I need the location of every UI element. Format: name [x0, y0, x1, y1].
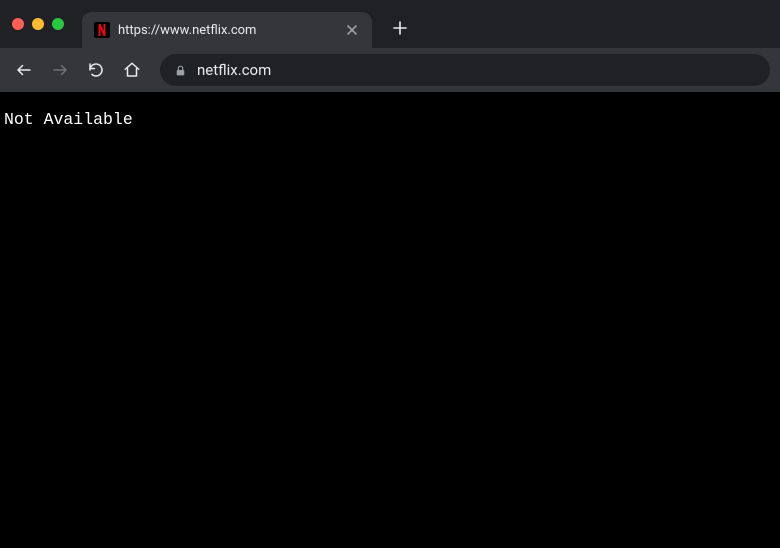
browser-tab[interactable]: https://www.netflix.com [82, 12, 372, 48]
not-available-message: Not Available [4, 110, 776, 129]
close-icon [347, 25, 357, 35]
home-button[interactable] [118, 56, 146, 84]
minimize-window-button[interactable] [32, 18, 44, 30]
reload-button[interactable] [82, 56, 110, 84]
arrow-left-icon [15, 61, 33, 79]
arrow-right-icon [51, 61, 69, 79]
maximize-window-button[interactable] [52, 18, 64, 30]
toolbar: netflix.com [0, 48, 780, 92]
window-controls [12, 18, 82, 30]
back-button[interactable] [10, 56, 38, 84]
netflix-favicon [94, 22, 110, 38]
close-window-button[interactable] [12, 18, 24, 30]
reload-icon [87, 61, 105, 79]
address-bar[interactable]: netflix.com [160, 54, 770, 86]
new-tab-button[interactable] [386, 14, 414, 42]
page-content: Not Available [0, 92, 780, 548]
plus-icon [393, 21, 407, 35]
home-icon [123, 61, 141, 79]
forward-button[interactable] [46, 56, 74, 84]
url-text: netflix.com [197, 61, 271, 79]
lock-icon [174, 64, 187, 77]
tab-bar: https://www.netflix.com [0, 0, 780, 48]
tab-close-button[interactable] [344, 22, 360, 38]
tab-title: https://www.netflix.com [118, 23, 336, 38]
